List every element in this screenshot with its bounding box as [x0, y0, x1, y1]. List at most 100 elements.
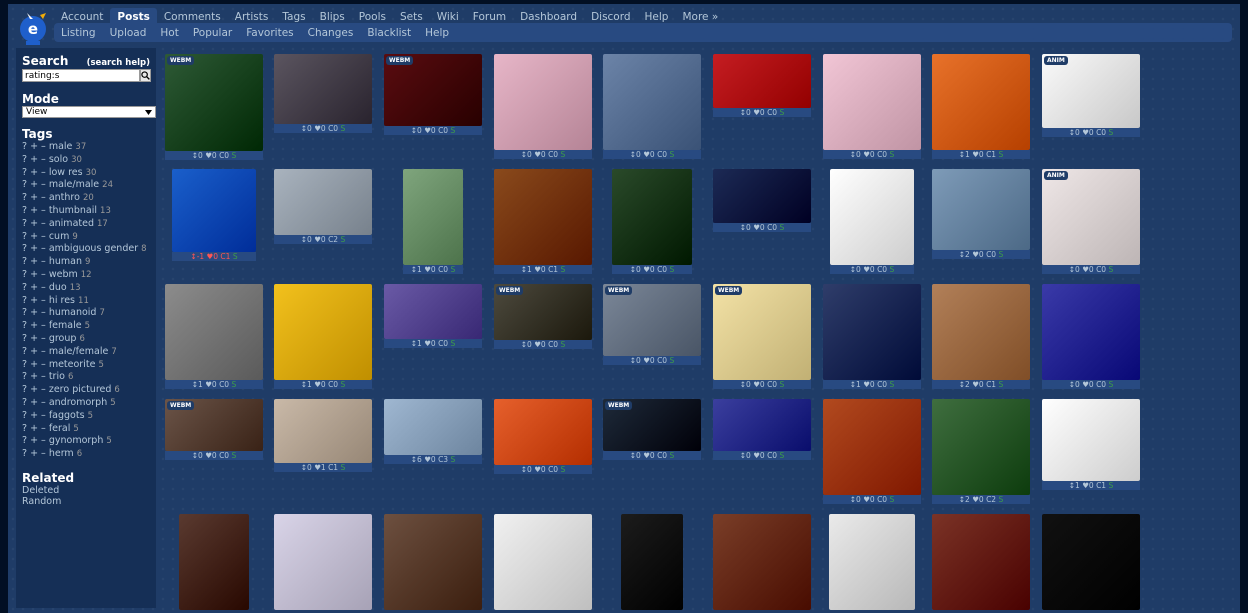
post-image[interactable] — [713, 169, 811, 223]
post-thumbnail[interactable] — [621, 514, 683, 610]
tag-wiki-link[interactable]: ? — [22, 154, 30, 165]
tag-wiki-link[interactable]: ? — [22, 397, 30, 408]
tag-add-link[interactable]: + — [30, 205, 41, 216]
tag-wiki-link[interactable]: ? — [22, 179, 30, 190]
subnav-blacklist[interactable]: Blacklist — [360, 27, 418, 39]
post-image[interactable]: WEBM — [494, 284, 592, 340]
post-thumbnail[interactable]: ↕-1 ♥0 C1 S — [172, 169, 256, 261]
subnav-popular[interactable]: Popular — [186, 27, 239, 39]
post-thumbnail[interactable]: WEBM ↕0 ♥0 C0 S — [603, 284, 701, 365]
post-thumbnail[interactable] — [179, 514, 249, 610]
post-thumbnail[interactable]: ↕0 ♥0 C0 S — [823, 54, 921, 159]
post-image[interactable] — [274, 284, 372, 380]
tag-exclude-link[interactable]: – — [41, 320, 49, 331]
tag-exclude-link[interactable]: – — [41, 448, 49, 459]
post-image[interactable] — [1042, 514, 1140, 610]
tag-exclude-link[interactable]: – — [41, 154, 49, 165]
post-image[interactable]: WEBM — [384, 54, 482, 126]
post-thumbnail[interactable]: ↕1 ♥0 C0 S — [403, 169, 463, 274]
post-thumbnail[interactable] — [1042, 514, 1140, 610]
post-thumbnail[interactable]: ↕0 ♥0 C0 S — [603, 54, 701, 159]
tag-add-link[interactable]: + — [30, 154, 41, 165]
tag-name-link[interactable]: meteorite — [49, 359, 99, 370]
tag-add-link[interactable]: + — [30, 397, 41, 408]
post-image[interactable]: WEBM — [603, 284, 701, 356]
tag-name-link[interactable]: anthro — [49, 192, 83, 203]
post-image[interactable] — [1042, 399, 1140, 481]
tag-wiki-link[interactable]: ? — [22, 307, 30, 318]
subnav-help[interactable]: Help — [418, 27, 456, 39]
tag-exclude-link[interactable]: – — [41, 231, 49, 242]
post-image[interactable]: WEBM — [165, 399, 263, 451]
tag-wiki-link[interactable]: ? — [22, 371, 30, 382]
post-thumbnail[interactable]: ↕0 ♥0 C0 S — [830, 169, 914, 274]
post-image[interactable] — [494, 54, 592, 150]
post-thumbnail[interactable]: ↕1 ♥0 C1 S — [932, 54, 1030, 159]
tag-name-link[interactable]: cum — [49, 231, 73, 242]
tag-exclude-link[interactable]: – — [41, 179, 49, 190]
post-thumbnail[interactable]: ANIM ↕0 ♥0 C0 S — [1042, 169, 1140, 274]
tag-name-link[interactable]: feral — [49, 423, 74, 434]
post-thumbnail[interactable]: ↕1 ♥0 C0 S — [165, 284, 263, 389]
post-thumbnail[interactable]: ↕0 ♥0 C0 S — [823, 399, 921, 504]
tag-exclude-link[interactable]: – — [41, 423, 49, 434]
post-image[interactable] — [384, 399, 482, 455]
post-image[interactable] — [823, 54, 921, 150]
tag-wiki-link[interactable]: ? — [22, 282, 30, 293]
tag-add-link[interactable]: + — [30, 320, 41, 331]
mode-select[interactable]: View — [22, 106, 156, 118]
tag-wiki-link[interactable]: ? — [22, 359, 30, 370]
post-thumbnail[interactable]: WEBM ↕0 ♥0 C0 S — [603, 399, 701, 460]
tag-exclude-link[interactable]: – — [41, 282, 49, 293]
post-image[interactable] — [274, 514, 372, 610]
tag-exclude-link[interactable]: – — [41, 256, 49, 267]
post-thumbnail[interactable]: ↕1 ♥0 C0 S — [274, 284, 372, 389]
post-image[interactable] — [494, 514, 592, 610]
subnav-hot[interactable]: Hot — [153, 27, 185, 39]
tag-add-link[interactable]: + — [30, 410, 41, 421]
post-thumbnail[interactable]: ↕2 ♥0 C2 S — [932, 399, 1030, 504]
tag-wiki-link[interactable]: ? — [22, 243, 30, 254]
post-thumbnail[interactable] — [713, 514, 811, 610]
tag-name-link[interactable]: male/female — [49, 346, 112, 357]
tag-exclude-link[interactable]: – — [41, 307, 49, 318]
tag-wiki-link[interactable]: ? — [22, 295, 30, 306]
post-image[interactable] — [829, 514, 915, 610]
tag-exclude-link[interactable]: – — [41, 397, 49, 408]
tag-name-link[interactable]: webm — [49, 269, 81, 280]
tag-name-link[interactable]: male/male — [49, 179, 102, 190]
tag-name-link[interactable]: trio — [49, 371, 68, 382]
tag-wiki-link[interactable]: ? — [22, 256, 30, 267]
post-thumbnail[interactable]: ↕0 ♥0 C0 S — [494, 399, 592, 474]
tag-wiki-link[interactable]: ? — [22, 167, 30, 178]
post-thumbnail[interactable] — [932, 514, 1030, 610]
post-thumbnail[interactable] — [384, 514, 482, 610]
tag-add-link[interactable]: + — [30, 141, 41, 152]
post-image[interactable]: ANIM — [1042, 54, 1140, 128]
post-image[interactable] — [603, 54, 701, 150]
post-image[interactable] — [274, 399, 372, 463]
tag-name-link[interactable]: herm — [49, 448, 77, 459]
post-thumbnail[interactable]: ↕2 ♥0 C0 S — [932, 169, 1030, 259]
tag-wiki-link[interactable]: ? — [22, 346, 30, 357]
tag-exclude-link[interactable]: – — [41, 243, 49, 254]
post-image[interactable] — [384, 284, 482, 339]
post-thumbnail[interactable]: ↕0 ♥0 C0 S — [274, 54, 372, 133]
post-thumbnail[interactable] — [274, 514, 372, 610]
post-thumbnail[interactable]: ↕0 ♥0 C0 S — [713, 54, 811, 117]
tag-name-link[interactable]: male — [49, 141, 76, 152]
post-image[interactable] — [172, 169, 256, 252]
post-thumbnail[interactable]: ↕1 ♥0 C0 S — [384, 284, 482, 348]
tag-exclude-link[interactable]: – — [41, 218, 49, 229]
post-image[interactable] — [823, 399, 921, 495]
tag-wiki-link[interactable]: ? — [22, 141, 30, 152]
tag-exclude-link[interactable]: – — [41, 371, 49, 382]
related-random[interactable]: Random — [22, 496, 150, 507]
tag-exclude-link[interactable]: – — [41, 269, 49, 280]
tag-name-link[interactable]: female — [49, 320, 85, 331]
post-thumbnail[interactable]: WEBM ↕0 ♥0 C0 S — [384, 54, 482, 135]
search-button[interactable] — [140, 69, 151, 82]
post-image[interactable] — [384, 514, 482, 610]
tag-name-link[interactable]: human — [49, 256, 85, 267]
tag-add-link[interactable]: + — [30, 359, 41, 370]
